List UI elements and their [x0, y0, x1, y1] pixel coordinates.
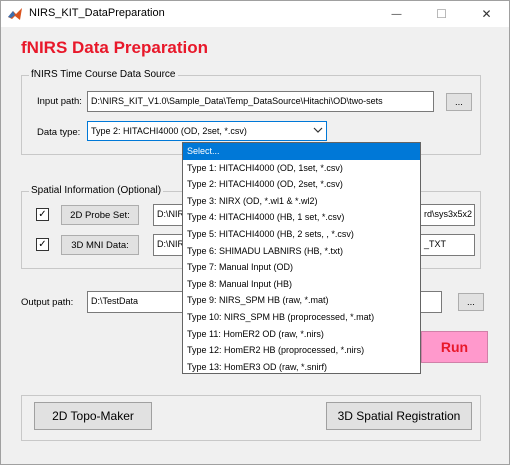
run-button[interactable]: Run [421, 331, 488, 363]
output-path-label: Output path: [21, 297, 74, 308]
probe-set-checkbox[interactable]: ✓ [36, 208, 49, 221]
spatial-registration-button[interactable]: 3D Spatial Registration [326, 402, 472, 430]
probe-set-path-left[interactable]: D:\NIR [153, 204, 183, 226]
mni-data-path-left[interactable]: D:\NIR [153, 234, 183, 256]
checkmark-icon: ✓ [38, 208, 47, 220]
maximize-button[interactable]: ☐ [419, 1, 464, 27]
topo-maker-button[interactable]: 2D Topo-Maker [34, 402, 152, 430]
chevron-down-icon [313, 126, 323, 136]
output-path-field-end[interactable] [421, 291, 442, 313]
dropdown-option[interactable]: Type 12: HomER2 HB (proprocessed, *.nirs… [183, 342, 420, 359]
dropdown-option[interactable]: Type 7: Manual Input (OD) [183, 259, 420, 276]
mni-data-button[interactable]: 3D MNI Data: [61, 235, 139, 255]
close-button[interactable]: ✕ [464, 1, 509, 27]
output-path-field[interactable]: D:\TestData [87, 291, 183, 313]
maximize-icon: ☐ [436, 7, 447, 21]
input-path-field[interactable]: D:\NIRS_KIT_V1.0\Sample_Data\Temp_DataSo… [87, 91, 434, 112]
dropdown-option[interactable]: Type 2: HITACHI4000 (OD, 2set, *.csv) [183, 176, 420, 193]
checkmark-icon: ✓ [38, 238, 47, 250]
mni-data-path-right[interactable]: _TXT [421, 234, 475, 256]
dropdown-option[interactable]: Select... [183, 143, 420, 160]
dropdown-option[interactable]: Type 6: SHIMADU LABNIRS (HB, *.txt) [183, 243, 420, 260]
dropdown-option[interactable]: Type 9: NIRS_SPM HB (raw, *.mat) [183, 292, 420, 309]
dropdown-option[interactable]: Type 11: HomER2 OD (raw, *.nirs) [183, 326, 420, 343]
dropdown-option[interactable]: Type 1: HITACHI4000 (OD, 1set, *.csv) [183, 160, 420, 177]
dropdown-option[interactable]: Type 4: HITACHI4000 (HB, 1 set, *.csv) [183, 209, 420, 226]
data-type-selected-value: Type 2: HITACHI4000 (OD, 2set, *.csv) [91, 126, 247, 136]
data-type-dropdown-list: Select... Type 1: HITACHI4000 (OD, 1set, … [182, 142, 421, 374]
app-window: NIRS_KIT_DataPreparation — ☐ ✕ fNIRS Dat… [0, 0, 510, 465]
window-title: NIRS_KIT_DataPreparation [29, 7, 165, 19]
data-type-label: Data type: [37, 127, 81, 138]
data-source-legend: fNIRS Time Course Data Source [29, 69, 178, 80]
spatial-info-legend: Spatial Information (Optional) [29, 185, 164, 196]
dropdown-option[interactable]: Type 3: NIRX (OD, *.wl1 & *.wl2) [183, 193, 420, 210]
dropdown-option[interactable]: Type 10: NIRS_SPM HB (proprocessed, *.ma… [183, 309, 420, 326]
input-path-label: Input path: [37, 96, 82, 107]
page-title: fNIRS Data Preparation [21, 38, 209, 57]
dropdown-option[interactable]: Type 13: HomER3 OD (raw, *.snirf) [183, 359, 420, 376]
output-browse-button[interactable]: ... [458, 293, 484, 311]
input-browse-button[interactable]: ... [446, 93, 472, 111]
probe-set-button[interactable]: 2D Probe Set: [61, 205, 139, 225]
title-bar: NIRS_KIT_DataPreparation — ☐ ✕ [1, 1, 509, 27]
close-icon: ✕ [481, 7, 492, 21]
minimize-button[interactable]: — [374, 1, 419, 27]
dropdown-option[interactable]: Type 8: Manual Input (HB) [183, 276, 420, 293]
dropdown-option[interactable]: Type 5: HITACHI4000 (HB, 2 sets, , *.csv… [183, 226, 420, 243]
minimize-icon: — [391, 8, 402, 20]
data-type-select[interactable]: Type 2: HITACHI4000 (OD, 2set, *.csv) [87, 121, 327, 141]
probe-set-path-right[interactable]: rd\sys3x5x2 [421, 204, 475, 226]
matlab-app-icon [7, 6, 23, 22]
mni-data-checkbox[interactable]: ✓ [36, 238, 49, 251]
